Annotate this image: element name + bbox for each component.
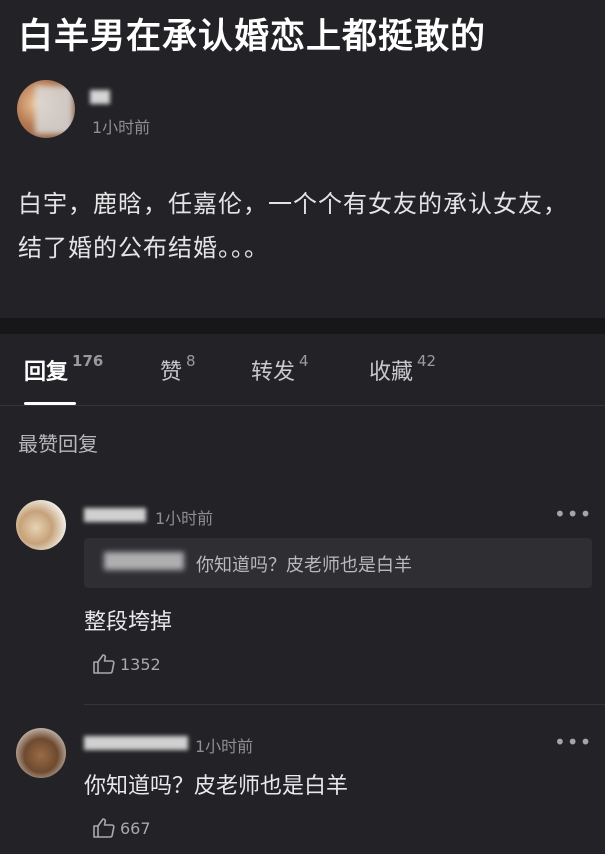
tab-count: 8 [186,352,196,370]
tab-label: 回复 [24,360,69,385]
tab-replies[interactable]: 回复 176 [24,352,104,386]
comment-time: 1小时前 [155,509,214,528]
post-card: 白羊男在承认婚恋上都挺敢的 1小时前 白宇，鹿晗，任嘉伦，一个个有女友的承认女友… [0,0,605,318]
tabs-divider [0,405,605,406]
commenter-name-redacted [84,736,188,750]
thumbs-up-icon [93,818,115,838]
commenter-name-redacted [84,508,146,522]
comment-time: 1小时前 [195,737,254,756]
comment-avatar[interactable] [16,500,66,550]
tab-bar: 回复 176 赞8 转发 4 收藏 42 [0,334,605,406]
author-name-redacted [90,90,110,104]
section-divider [0,318,605,334]
like-button[interactable]: 667 [92,816,151,840]
tab-count: 42 [417,352,437,370]
tab-label: 转发 [251,360,296,385]
tab-count: 176 [72,352,104,370]
post-time: 1小时前 [92,118,151,137]
tab-likes[interactable]: 赞8 [160,352,196,386]
comment-divider [84,704,605,705]
tab-reposts[interactable]: 转发 4 [251,352,309,386]
tab-label: 收藏 [369,360,414,385]
quoted-name-redacted [104,552,184,570]
tab-label: 赞 [160,360,183,385]
more-options-icon[interactable]: ••• [554,730,592,754]
like-count: 667 [120,818,151,838]
comment-text: 整段垮掉 [84,610,173,635]
quoted-reply[interactable]: 你知道吗？皮老师也是白羊 [84,538,592,588]
tab-favorites[interactable]: 收藏 42 [369,352,437,386]
top-replies-label: 最赞回复 [18,432,98,456]
tab-count: 4 [299,352,309,370]
more-options-icon[interactable]: ••• [554,502,592,526]
comment-text: 你知道吗？皮老师也是白羊 [84,774,349,799]
comment-avatar[interactable] [16,728,66,778]
quoted-text: 你知道吗？皮老师也是白羊 [196,555,412,576]
thumbs-up-icon [93,654,115,674]
avatar-mosaic [35,86,73,134]
author-avatar[interactable] [17,80,75,138]
like-count: 1352 [120,654,161,674]
like-button[interactable]: 1352 [92,652,161,676]
post-body: 白宇，鹿晗，任嘉伦，一个个有女友的承认女友，结了婚的公布结婚。。。 [18,190,568,262]
post-title: 白羊男在承认婚恋上都挺敢的 [18,17,487,57]
